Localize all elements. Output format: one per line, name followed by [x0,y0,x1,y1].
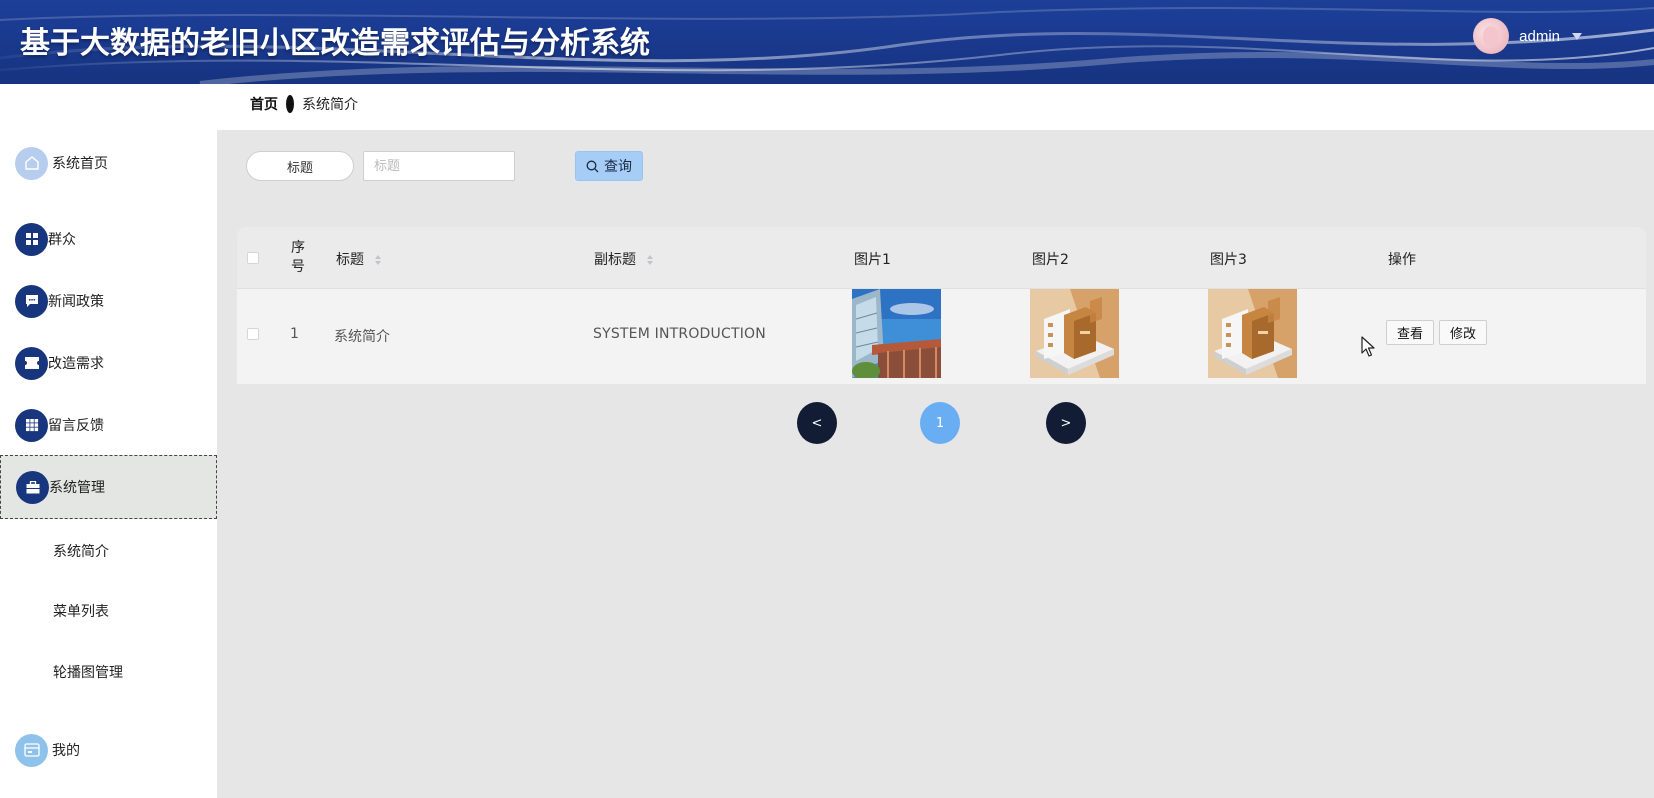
row-index: 1 [290,326,299,342]
column-header-image3: 图片3 [1210,252,1247,268]
sidebar-item-label: 群众 [48,232,76,248]
document-box-icon [1208,289,1297,378]
sidebar-item-label: 新闻政策 [48,294,104,310]
home-icon [15,146,48,180]
column-header-index-line2: 号 [291,259,305,275]
sidebar-item-label: 改造需求 [48,356,104,372]
breadcrumb-home[interactable]: 首页 [250,94,278,114]
mouse-cursor-icon [1361,336,1375,357]
sidebar-item-demands[interactable]: 改造需求 [0,332,217,394]
sidebar-item-system[interactable]: 系统管理 [0,455,217,519]
search-icon [586,160,599,172]
row-image1[interactable] [852,289,941,378]
sidebar-item-home[interactable]: 系统首页 [0,132,217,194]
column-header-image2: 图片2 [1032,252,1069,268]
search-button-label: 查询 [604,159,632,175]
sidebar-item-public[interactable]: 群众 [0,208,217,270]
message-icon [15,284,48,318]
sidebar-item-news[interactable]: 新闻政策 [0,270,217,332]
pagination-prev-button[interactable]: < [797,402,837,444]
row-title: 系统简介 [334,329,390,345]
sidebar-item-label: 系统管理 [49,480,105,496]
sidebar-item-mine[interactable]: 我的 [0,719,217,781]
column-header-actions: 操作 [1388,252,1416,268]
breadcrumb-current: 系统简介 [302,97,358,113]
row-image3[interactable] [1208,289,1297,378]
breadcrumb: 首页 系统简介 [250,92,358,116]
pagination-next-button[interactable]: > [1046,402,1086,444]
apps-icon [15,408,48,442]
row-subtitle: SYSTEM INTRODUCTION [593,326,766,342]
select-all-checkbox[interactable] [247,252,259,264]
avatar[interactable] [1473,18,1510,54]
sidebar: 系统首页 群众 新闻政策 改造需求 留言反馈 系统管理 系统简介 菜单列表 轮播… [0,84,217,798]
column-header-image1: 图片1 [854,252,891,268]
column-header-index: 序 号 [291,239,305,277]
sidebar-subitem-intro[interactable]: 系统简介 [53,541,109,561]
row-image2[interactable] [1030,289,1119,378]
data-table: 序 号 标题 副标题 图片1 图片2 图片3 操作 1 系统简介 SYSTEM … [237,227,1646,384]
grid-icon [15,222,48,256]
ticket-icon [15,346,48,380]
view-button[interactable]: 查看 [1386,320,1434,345]
breadcrumb-separator-icon [286,95,294,113]
sidebar-item-feedback[interactable]: 留言反馈 [0,394,217,456]
sidebar-item-label: 系统首页 [52,156,108,172]
sort-icon[interactable] [374,254,382,266]
search-input[interactable] [363,151,515,181]
sidebar-item-label: 我的 [52,743,80,759]
sidebar-subitem-menu-list[interactable]: 菜单列表 [53,601,109,621]
pagination-page-1[interactable]: 1 [920,402,960,444]
table-row: 1 系统简介 SYSTEM INTRODUCTION [237,289,1646,384]
column-header-subtitle[interactable]: 副标题 [594,249,654,269]
sidebar-item-label: 留言反馈 [48,418,104,434]
document-box-icon [1030,289,1119,378]
building-photo-icon [852,289,941,378]
user-menu[interactable]: admin [1473,18,1582,54]
username[interactable]: admin [1519,28,1560,45]
column-header-title-label: 标题 [336,252,364,268]
search-field-label: 标题 [246,151,354,181]
column-header-title[interactable]: 标题 [336,249,382,269]
briefcase-icon [16,470,49,504]
edit-button[interactable]: 修改 [1439,320,1487,345]
caret-down-icon[interactable] [1572,32,1582,40]
search-button[interactable]: 查询 [575,151,643,181]
column-header-index-line1: 序 [291,240,305,256]
row-checkbox[interactable] [247,328,259,340]
sidebar-subitem-carousel[interactable]: 轮播图管理 [53,662,123,682]
column-header-subtitle-label: 副标题 [594,252,636,268]
app-header: 基于大数据的老旧小区改造需求评估与分析系统 admin [0,0,1654,84]
table-header: 序 号 标题 副标题 图片1 图片2 图片3 操作 [237,227,1646,289]
sort-icon[interactable] [646,254,654,266]
app-title: 基于大数据的老旧小区改造需求评估与分析系统 [20,26,650,61]
card-icon [15,733,48,767]
